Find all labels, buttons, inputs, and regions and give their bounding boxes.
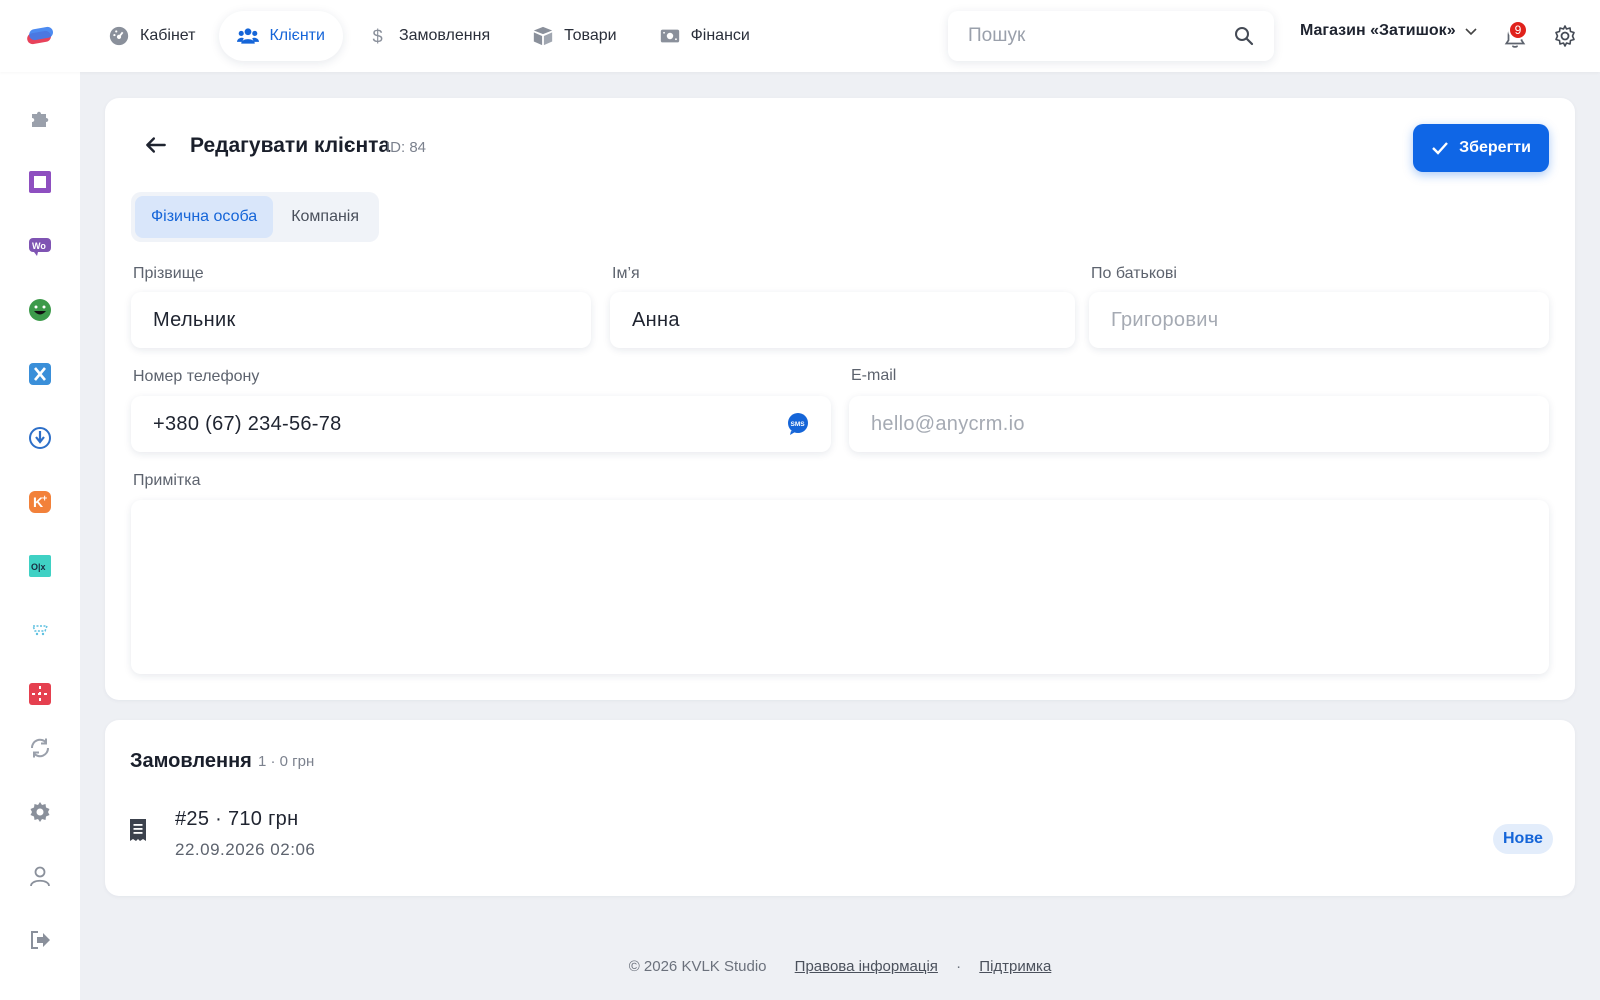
- last-name-field[interactable]: [153, 308, 569, 332]
- gear-icon[interactable]: [1553, 24, 1577, 48]
- svg-text:SMS: SMS: [791, 421, 806, 428]
- client-form-card: Редагувати клієнта ID: 84 Зберегти Фізич…: [105, 98, 1575, 700]
- notification-badge: 9: [1508, 20, 1528, 40]
- back-arrow-icon[interactable]: [143, 132, 169, 158]
- tab-individual[interactable]: Фізична особа: [135, 196, 274, 238]
- status-badge: Нове: [1493, 824, 1553, 854]
- settings-icon[interactable]: [28, 800, 52, 824]
- svg-text:+: +: [42, 493, 47, 503]
- legal-link[interactable]: Правова інформація: [795, 958, 938, 975]
- client-id: ID: 84: [386, 139, 427, 156]
- orders-title: Замовлення: [130, 750, 252, 772]
- dollar-icon: $: [372, 25, 382, 46]
- store-name: Магазин «Затишок»: [1300, 22, 1456, 39]
- sms-icon[interactable]: SMS: [787, 413, 809, 435]
- nav-item-label: Товари: [564, 27, 617, 44]
- chevron-down-icon: [1465, 28, 1477, 36]
- money-icon: [660, 29, 679, 43]
- phone-field[interactable]: [153, 412, 787, 436]
- search-icon[interactable]: [1234, 26, 1254, 46]
- phone-label: Номер телефону: [133, 368, 260, 385]
- emoji-icon[interactable]: [28, 298, 52, 322]
- first-name-label: Ім’я: [612, 265, 640, 282]
- check-icon: [1432, 142, 1448, 155]
- copyright: © 2026 KVLK Studio: [628, 958, 767, 975]
- receipt-icon: [130, 819, 146, 841]
- last-name-label: Прізвище: [133, 265, 204, 282]
- svg-text:Wo: Wo: [32, 241, 46, 251]
- save-button-label: Зберегти: [1459, 139, 1531, 156]
- nav-item-label: Кабінет: [140, 27, 196, 44]
- nav-item-orders[interactable]: $ Замовлення: [349, 11, 508, 61]
- email-field-wrap: [849, 396, 1549, 452]
- users-icon: [237, 28, 260, 44]
- main-nav: Кабінет Клієнти $ Замовлення Товари Фіна…: [90, 11, 768, 61]
- save-button[interactable]: Зберегти: [1413, 124, 1549, 172]
- svg-text:$: $: [372, 25, 382, 46]
- middle-name-label: По батькові: [1091, 265, 1177, 282]
- nav-item-clients[interactable]: Клієнти: [219, 11, 343, 61]
- top-bar: Кабінет Клієнти $ Замовлення Товари Фіна…: [0, 0, 1600, 72]
- store-selector[interactable]: Магазин «Затишок»: [1300, 22, 1478, 40]
- search-box: [948, 11, 1274, 61]
- logo-icon: [27, 26, 53, 45]
- user-icon[interactable]: [28, 864, 52, 888]
- order-date: 22.09.2026 02:06: [175, 840, 316, 859]
- app-logo[interactable]: [0, 0, 80, 72]
- last-name-field-wrap: [131, 292, 591, 348]
- footer: © 2026 KVLK Studio Правова інформація · …: [80, 958, 1600, 975]
- k-plus-icon[interactable]: K +: [28, 490, 52, 514]
- orders-card: Замовлення 1 · 0 грн #25 · 710 грн 22.09…: [105, 720, 1575, 896]
- olx-icon[interactable]: O|x: [28, 554, 52, 578]
- grid-app-icon[interactable]: [28, 682, 52, 706]
- client-type-toggle: Фізична особа Компанія: [131, 192, 380, 242]
- sync-icon[interactable]: [28, 736, 52, 760]
- search-input[interactable]: [968, 25, 1234, 47]
- nav-item-label: Замовлення: [398, 27, 491, 44]
- download-pin-icon[interactable]: [28, 426, 52, 450]
- orders-summary: 1 · 0 грн: [258, 753, 315, 770]
- note-field[interactable]: [153, 518, 1527, 656]
- puzzle-icon[interactable]: [28, 106, 52, 130]
- middle-name-field[interactable]: [1111, 308, 1527, 332]
- first-name-field[interactable]: [632, 308, 1053, 332]
- nav-item-label: Клієнти: [269, 27, 325, 44]
- woo-icon[interactable]: Wo: [28, 234, 52, 258]
- middle-name-field-wrap: [1089, 292, 1549, 348]
- order-number: #25 · 710 грн: [175, 808, 299, 830]
- box-icon: [533, 26, 553, 46]
- tab-company[interactable]: Компанія: [275, 196, 375, 238]
- logout-icon[interactable]: [28, 928, 52, 952]
- nav-item-label: Фінанси: [690, 27, 750, 44]
- support-link[interactable]: Підтримка: [979, 958, 1051, 975]
- page-title: Редагувати клієнта: [190, 134, 391, 157]
- note-field-wrap: [131, 500, 1549, 674]
- email-field[interactable]: [871, 412, 1527, 436]
- first-name-field-wrap: [610, 292, 1075, 348]
- footer-separator: ·: [956, 958, 962, 975]
- nav-item-finance[interactable]: Фінанси: [641, 11, 768, 61]
- x-app-icon[interactable]: [28, 362, 52, 386]
- phone-field-wrap: SMS: [131, 396, 831, 452]
- nav-item-dashboard[interactable]: Кабінет: [90, 11, 213, 61]
- email-label: E-mail: [851, 367, 897, 384]
- square-icon[interactable]: [28, 170, 52, 194]
- sidebar: Wo K + O|x: [0, 72, 80, 1000]
- note-label: Примітка: [133, 472, 201, 489]
- nav-item-products[interactable]: Товари: [514, 11, 634, 61]
- order-row[interactable]: #25 · 710 грн 22.09.2026 02:06 Нове: [105, 798, 1575, 870]
- dashboard-icon: [109, 26, 129, 46]
- svg-text:O|x: O|x: [31, 562, 46, 572]
- cart-icon[interactable]: [28, 618, 52, 642]
